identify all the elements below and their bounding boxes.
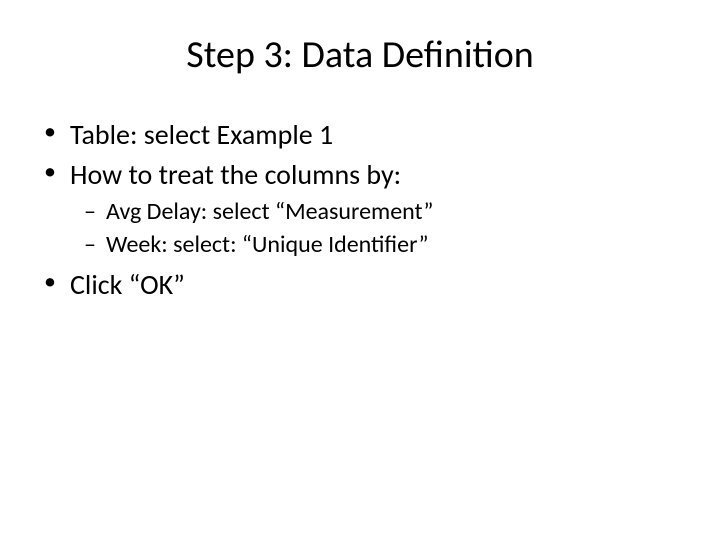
bullet-click-ok: Click “OK” <box>42 266 690 304</box>
main-bullet-list: Table: select Example 1 How to treat the… <box>30 116 690 304</box>
sub-bullet-week: Week: select: “Unique Identifier” <box>84 229 690 260</box>
slide-title: Step 3: Data Definition <box>30 32 690 78</box>
sub-bullet-avg-delay: Avg Delay: select “Measurement” <box>84 196 690 227</box>
bullet-columns-treat: How to treat the columns by: <box>42 156 690 194</box>
sub-bullet-list: Avg Delay: select “Measurement” Week: se… <box>42 196 690 260</box>
bullet-table-select: Table: select Example 1 <box>42 116 690 154</box>
